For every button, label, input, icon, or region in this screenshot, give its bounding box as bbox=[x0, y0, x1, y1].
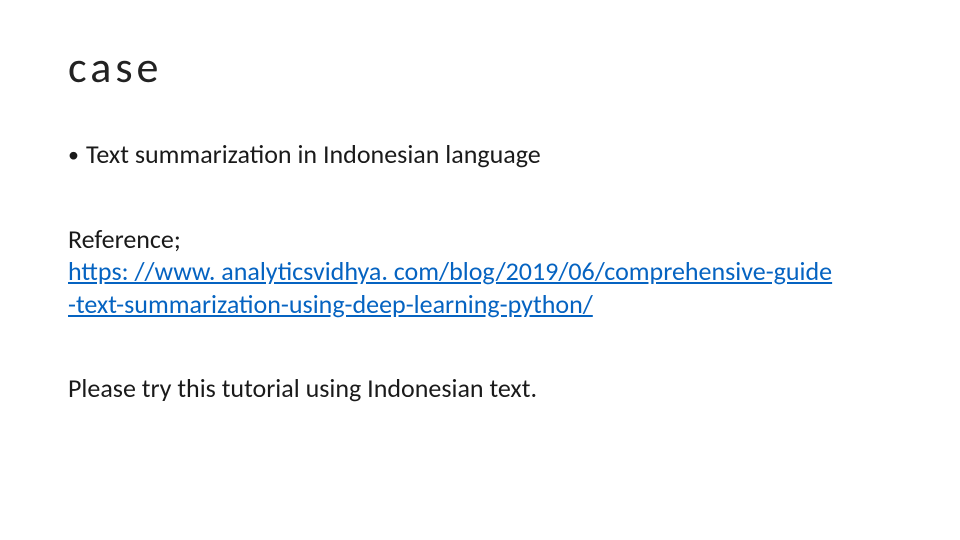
reference-link-line2: -text-summarization-using-deep-learning-… bbox=[68, 288, 593, 320]
reference-link-line1: https: //www. analyticsvidhya. com/blog/… bbox=[68, 255, 832, 287]
reference-block: Reference; https: //www. analyticsvidhya… bbox=[68, 223, 900, 321]
page-title: case bbox=[68, 40, 900, 94]
slide: case • Text summarization in Indonesian … bbox=[0, 0, 960, 540]
bullet-text: Text summarization in Indonesian languag… bbox=[86, 138, 541, 171]
reference-label: Reference; bbox=[68, 223, 900, 256]
reference-link[interactable]: https: //www. analyticsvidhya. com/blog/… bbox=[68, 255, 832, 320]
bullet-dot-icon: • bbox=[68, 138, 86, 168]
bullet-item: • Text summarization in Indonesian langu… bbox=[68, 138, 900, 171]
closing-text: Please try this tutorial using Indonesia… bbox=[68, 372, 900, 405]
